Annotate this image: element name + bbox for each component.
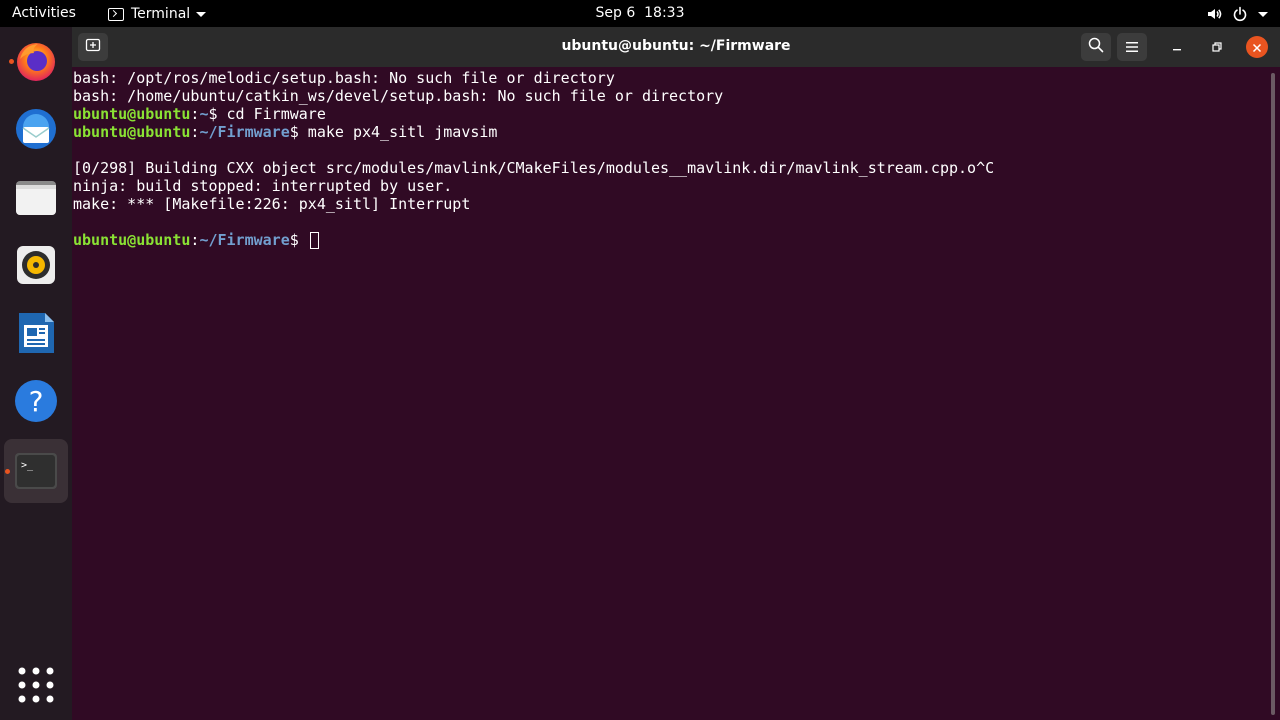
restore-button[interactable]: [1202, 33, 1232, 61]
prompt-line: ubuntu@ubuntu:~/Firmware$: [73, 231, 1280, 249]
dock-item-rhythmbox[interactable]: [4, 233, 68, 297]
prompt-user: ubuntu@ubuntu: [73, 105, 191, 123]
close-icon: [1252, 38, 1262, 57]
files-icon: [14, 175, 58, 219]
dock-item-thunderbird[interactable]: [4, 97, 68, 161]
command-text: make px4_sitl jmavsim: [298, 123, 498, 141]
dock-item-files[interactable]: [4, 165, 68, 229]
activities-button[interactable]: Activities: [12, 5, 76, 21]
terminal-app-icon: >_: [14, 449, 58, 493]
volume-icon: [1206, 6, 1222, 22]
terminal-icon: [108, 7, 124, 21]
svg-text:?: ?: [29, 385, 44, 418]
top-bar: Activities Terminal Sep 6 18:33: [0, 0, 1280, 27]
prompt-symbol: $: [289, 231, 299, 249]
clock-date: Sep 6: [595, 5, 636, 21]
running-indicator: [9, 59, 14, 64]
minimize-button[interactable]: [1162, 33, 1192, 61]
show-applications-button[interactable]: [4, 653, 68, 717]
dock: ? >_: [0, 27, 72, 720]
output-line: [0/298] Building CXX object src/modules/…: [73, 159, 995, 177]
system-menu-button[interactable]: [1206, 4, 1268, 24]
clock-button[interactable]: Sep 6 18:33: [595, 5, 684, 21]
output-line: ninja: build stopped: interrupted by use…: [73, 177, 453, 195]
power-icon: [1232, 6, 1248, 22]
chevron-down-icon: [1258, 11, 1268, 17]
running-indicator: [5, 469, 10, 474]
terminal-output[interactable]: bash: /opt/ros/melodic/setup.bash: No su…: [72, 67, 1280, 720]
new-tab-icon: [85, 37, 101, 57]
new-tab-button[interactable]: [78, 33, 108, 61]
prompt-symbol: $: [289, 123, 299, 141]
terminal-window: ubuntu@ubuntu: ~/Firmware bash: /opt/ros…: [72, 27, 1280, 720]
search-button[interactable]: [1081, 33, 1111, 61]
output-line: bash: /opt/ros/melodic/setup.bash: No su…: [73, 69, 615, 87]
prompt-user: ubuntu@ubuntu: [73, 123, 191, 141]
app-menu-label: Terminal: [131, 6, 191, 22]
writer-icon: [14, 311, 58, 355]
prompt-path: ~/Firmware: [199, 123, 290, 141]
command-text: [299, 231, 308, 249]
hamburger-icon: [1125, 38, 1139, 57]
thunderbird-icon: [14, 107, 58, 151]
minimize-icon: [1171, 38, 1183, 57]
rhythmbox-icon: [14, 243, 58, 287]
dock-item-libreoffice-writer[interactable]: [4, 301, 68, 365]
app-menu-button[interactable]: Terminal: [108, 4, 207, 24]
text-cursor: [309, 232, 319, 249]
scrollbar[interactable]: [1271, 73, 1275, 715]
dock-item-terminal[interactable]: >_: [4, 439, 68, 503]
prompt-path: ~/Firmware: [199, 231, 290, 249]
clock-time: 18:33: [644, 5, 685, 21]
close-button[interactable]: [1246, 36, 1268, 58]
command-text: cd Firmware: [217, 105, 326, 123]
app-grid-icon: [14, 663, 58, 707]
firefox-icon: [14, 39, 58, 83]
prompt-line: ubuntu@ubuntu:~$ cd Firmware: [73, 105, 1280, 123]
svg-text:>_: >_: [21, 460, 34, 471]
restore-icon: [1211, 38, 1223, 57]
output-line: bash: /home/ubuntu/catkin_ws/devel/setup…: [73, 87, 724, 105]
dock-item-firefox[interactable]: [4, 29, 68, 93]
help-icon: ?: [14, 379, 58, 423]
prompt-user: ubuntu@ubuntu: [73, 231, 191, 249]
search-icon: [1088, 37, 1104, 57]
hamburger-menu-button[interactable]: [1117, 33, 1147, 61]
output-line: make: *** [Makefile:226: px4_sitl] Inter…: [73, 195, 471, 213]
caret-down-icon: [196, 11, 207, 17]
prompt-symbol: $: [208, 105, 218, 123]
dock-item-help[interactable]: ?: [4, 369, 68, 433]
title-bar[interactable]: ubuntu@ubuntu: ~/Firmware: [72, 27, 1280, 67]
prompt-line: ubuntu@ubuntu:~/Firmware$ make px4_sitl …: [73, 123, 1280, 141]
